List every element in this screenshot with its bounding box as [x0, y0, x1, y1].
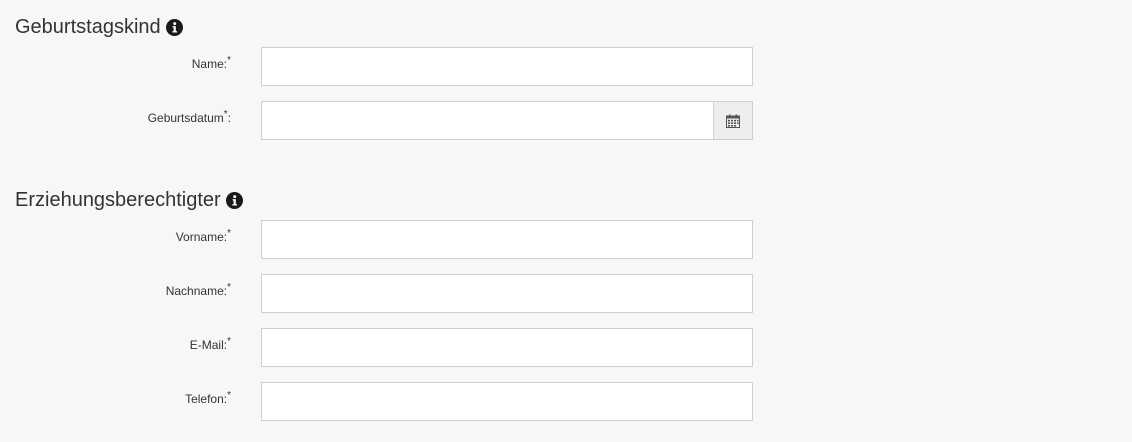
geburtsdatum-label: Geburtsdatum*: [147, 109, 231, 126]
section-title-text: Erziehungsberechtigter [15, 189, 221, 211]
required-marker: * [227, 228, 231, 239]
geburtsdatum-input[interactable] [261, 101, 714, 140]
telefon-label: Telefon:* [185, 390, 231, 407]
form-page: Geburtstagskind Name:* Geburtsdatum*: Er… [0, 0, 1132, 442]
email-label: E-Mail:* [189, 336, 231, 353]
nachname-label: Nachname:* [165, 282, 231, 299]
calendar-icon [726, 114, 740, 128]
section-title-geburtstagskind: Geburtstagskind [15, 15, 183, 39]
info-circle-icon[interactable] [165, 18, 183, 36]
name-label: Name:* [191, 55, 231, 72]
telefon-input[interactable] [261, 382, 753, 421]
required-marker: * [227, 336, 231, 347]
calendar-picker-button[interactable] [713, 101, 753, 140]
vorname-input[interactable] [261, 220, 753, 259]
form-row-name: Name:* [0, 47, 760, 87]
form-row-nachname: Nachname:* [0, 274, 760, 314]
section-title-text: Geburtstagskind [15, 16, 161, 38]
form-row-geburtsdatum: Geburtsdatum*: [0, 101, 760, 141]
info-circle-icon[interactable] [225, 191, 243, 209]
name-input[interactable] [261, 47, 753, 86]
section-title-erziehungsberechtigter: Erziehungsberechtigter [15, 188, 243, 212]
form-row-email: E-Mail:* [0, 328, 760, 368]
vorname-label: Vorname:* [175, 228, 231, 245]
form-row-vorname: Vorname:* [0, 220, 760, 260]
nachname-input[interactable] [261, 274, 753, 313]
email-input[interactable] [261, 328, 753, 367]
required-marker: * [227, 390, 231, 401]
required-marker: * [227, 282, 231, 293]
required-marker: * [227, 55, 231, 66]
form-row-telefon: Telefon:* [0, 382, 760, 422]
